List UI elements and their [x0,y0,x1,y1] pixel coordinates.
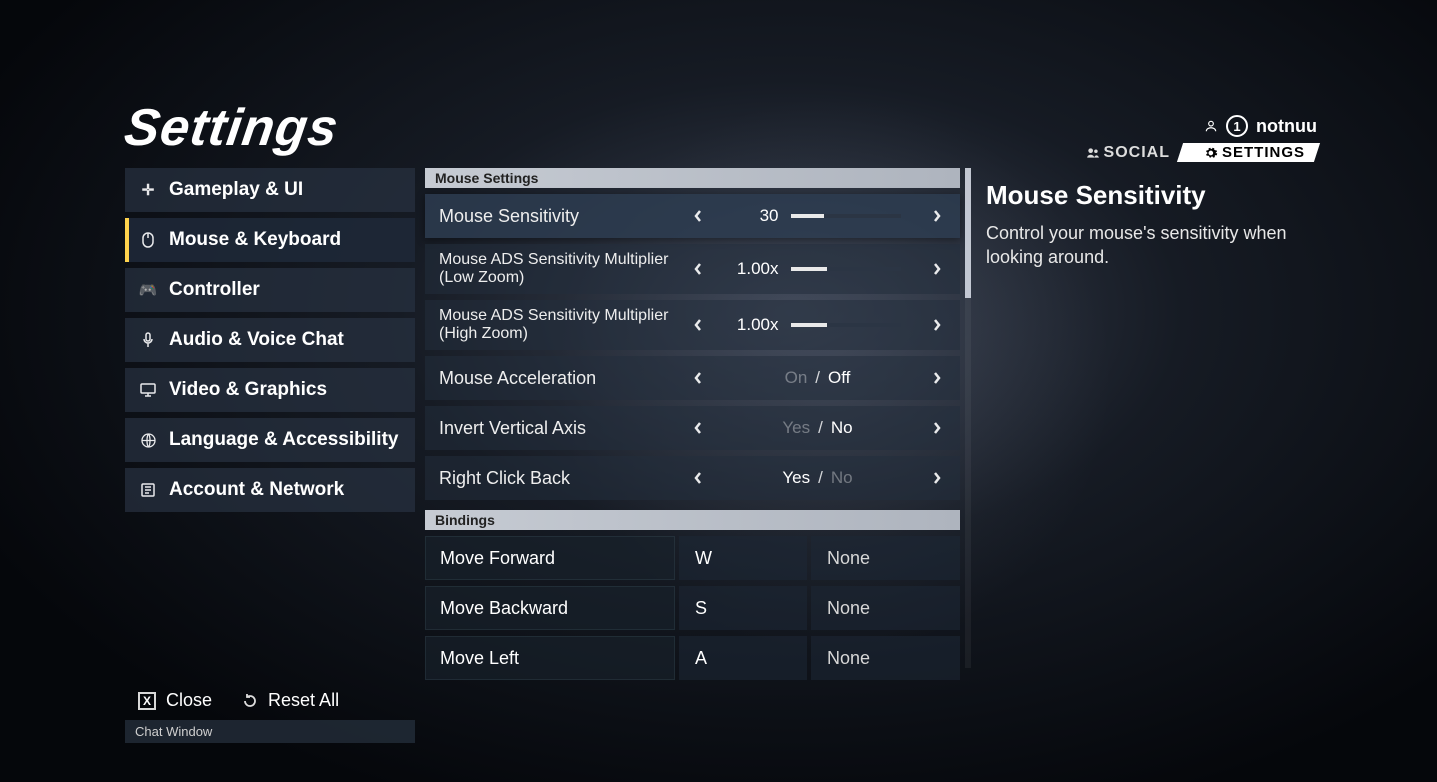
row-label: Mouse Acceleration [439,368,679,389]
value-text: 30 [735,206,779,226]
binding-primary[interactable]: W [679,536,807,580]
toggle-option-off: No [831,468,853,488]
gear-icon [1204,146,1218,160]
row-label: Invert Vertical Axis [439,418,679,439]
toggle-option-on: On [785,368,808,388]
binding-row: Move Left A None [425,636,960,680]
help-body: Control your mouse's sensitivity when lo… [986,221,1306,270]
binding-secondary[interactable]: None [811,536,960,580]
value-text: 1.00x [735,315,779,335]
close-button[interactable]: X Close [138,690,212,711]
chevron-right-icon[interactable] [928,419,946,437]
tab-settings[interactable]: SETTINGS [1177,143,1320,162]
binding-label: Move Left [425,636,675,680]
chevron-left-icon[interactable] [689,369,707,387]
sidebar-item-label: Gameplay & UI [169,179,303,201]
sidebar-item-mouse-keyboard[interactable]: Mouse & Keyboard [125,218,415,262]
account-icon [139,483,157,497]
sidebar-item-language[interactable]: Language & Accessibility [125,418,415,462]
people-icon [1086,146,1100,160]
binding-row: Move Backward S None [425,586,960,630]
slider[interactable] [791,323,901,327]
sidebar-item-label: Video & Graphics [169,379,327,401]
row-label: Right Click Back [439,468,679,489]
monitor-icon [139,383,157,397]
globe-icon [139,433,157,448]
sidebar-item-audio[interactable]: Audio & Voice Chat [125,318,415,362]
sidebar-item-label: Account & Network [169,479,344,501]
chevron-right-icon[interactable] [928,369,946,387]
chevron-right-icon[interactable] [928,207,946,225]
sidebar-item-controller[interactable]: 🎮 Controller [125,268,415,312]
toggle: Yes / No [782,418,852,438]
binding-label: Move Backward [425,586,675,630]
toggle: Yes / No [782,468,852,488]
row-label: Mouse Sensitivity [439,206,679,227]
sidebar-item-gameplay[interactable]: ✛ Gameplay & UI [125,168,415,212]
binding-primary[interactable]: S [679,586,807,630]
toggle-option-off: Off [828,368,850,388]
close-key-icon: X [138,692,156,710]
crosshair-icon: ✛ [139,181,157,199]
gamepad-icon: 🎮 [139,281,157,299]
toggle-option-on: Yes [782,468,810,488]
row-mouse-acceleration[interactable]: Mouse Acceleration On / Off [425,356,960,400]
binding-row: Move Forward W None [425,536,960,580]
sidebar: ✛ Gameplay & UI Mouse & Keyboard 🎮 Contr… [125,168,415,512]
help-title: Mouse Sensitivity [986,180,1306,211]
page-title: Settings [121,98,343,158]
reset-all-button[interactable]: Reset All [242,690,339,711]
row-ads-low-zoom[interactable]: Mouse ADS Sensitivity Multiplier (Low Zo… [425,244,960,294]
user-badge[interactable]: 1 notnuu [1204,115,1317,137]
section-header-mouse: Mouse Settings [425,168,960,188]
toggle: On / Off [785,368,851,388]
chevron-left-icon[interactable] [689,207,707,225]
binding-secondary[interactable]: None [811,586,960,630]
scrollbar[interactable] [965,168,971,668]
binding-secondary[interactable]: None [811,636,960,680]
level-badge: 1 [1226,115,1248,137]
reset-icon [242,693,258,709]
sidebar-item-label: Audio & Voice Chat [169,329,344,351]
chevron-right-icon[interactable] [928,469,946,487]
sidebar-item-label: Mouse & Keyboard [169,229,341,251]
settings-panel: Mouse Settings Mouse Sensitivity 30 Mous… [425,168,960,668]
chevron-right-icon[interactable] [928,316,946,334]
scrollbar-thumb[interactable] [965,168,971,298]
section-header-bindings: Bindings [425,510,960,530]
tab-social[interactable]: SOCIAL [1086,144,1170,162]
row-invert-vertical[interactable]: Invert Vertical Axis Yes / No [425,406,960,450]
chat-window-bar[interactable]: Chat Window [125,720,415,743]
chevron-left-icon[interactable] [689,316,707,334]
slider[interactable] [791,267,901,271]
row-mouse-sensitivity[interactable]: Mouse Sensitivity 30 [425,194,960,238]
chevron-right-icon[interactable] [928,260,946,278]
help-panel: Mouse Sensitivity Control your mouse's s… [986,180,1306,270]
row-label: Mouse ADS Sensitivity Multiplier (High Z… [439,307,679,344]
mic-icon [139,332,157,348]
sidebar-item-label: Language & Accessibility [169,429,398,451]
sidebar-item-account[interactable]: Account & Network [125,468,415,512]
row-ads-high-zoom[interactable]: Mouse ADS Sensitivity Multiplier (High Z… [425,300,960,350]
username: notnuu [1256,116,1317,137]
mouse-icon [139,232,157,248]
person-icon [1204,119,1218,133]
toggle-option-off: No [831,418,853,438]
slider[interactable] [791,214,901,218]
chevron-left-icon[interactable] [689,419,707,437]
binding-primary[interactable]: A [679,636,807,680]
row-right-click-back[interactable]: Right Click Back Yes / No [425,456,960,500]
toggle-option-on: Yes [782,418,810,438]
sidebar-item-video[interactable]: Video & Graphics [125,368,415,412]
sidebar-item-label: Controller [169,279,260,301]
row-label: Mouse ADS Sensitivity Multiplier (Low Zo… [439,251,679,288]
value-text: 1.00x [735,259,779,279]
chevron-left-icon[interactable] [689,260,707,278]
chevron-left-icon[interactable] [689,469,707,487]
binding-label: Move Forward [425,536,675,580]
